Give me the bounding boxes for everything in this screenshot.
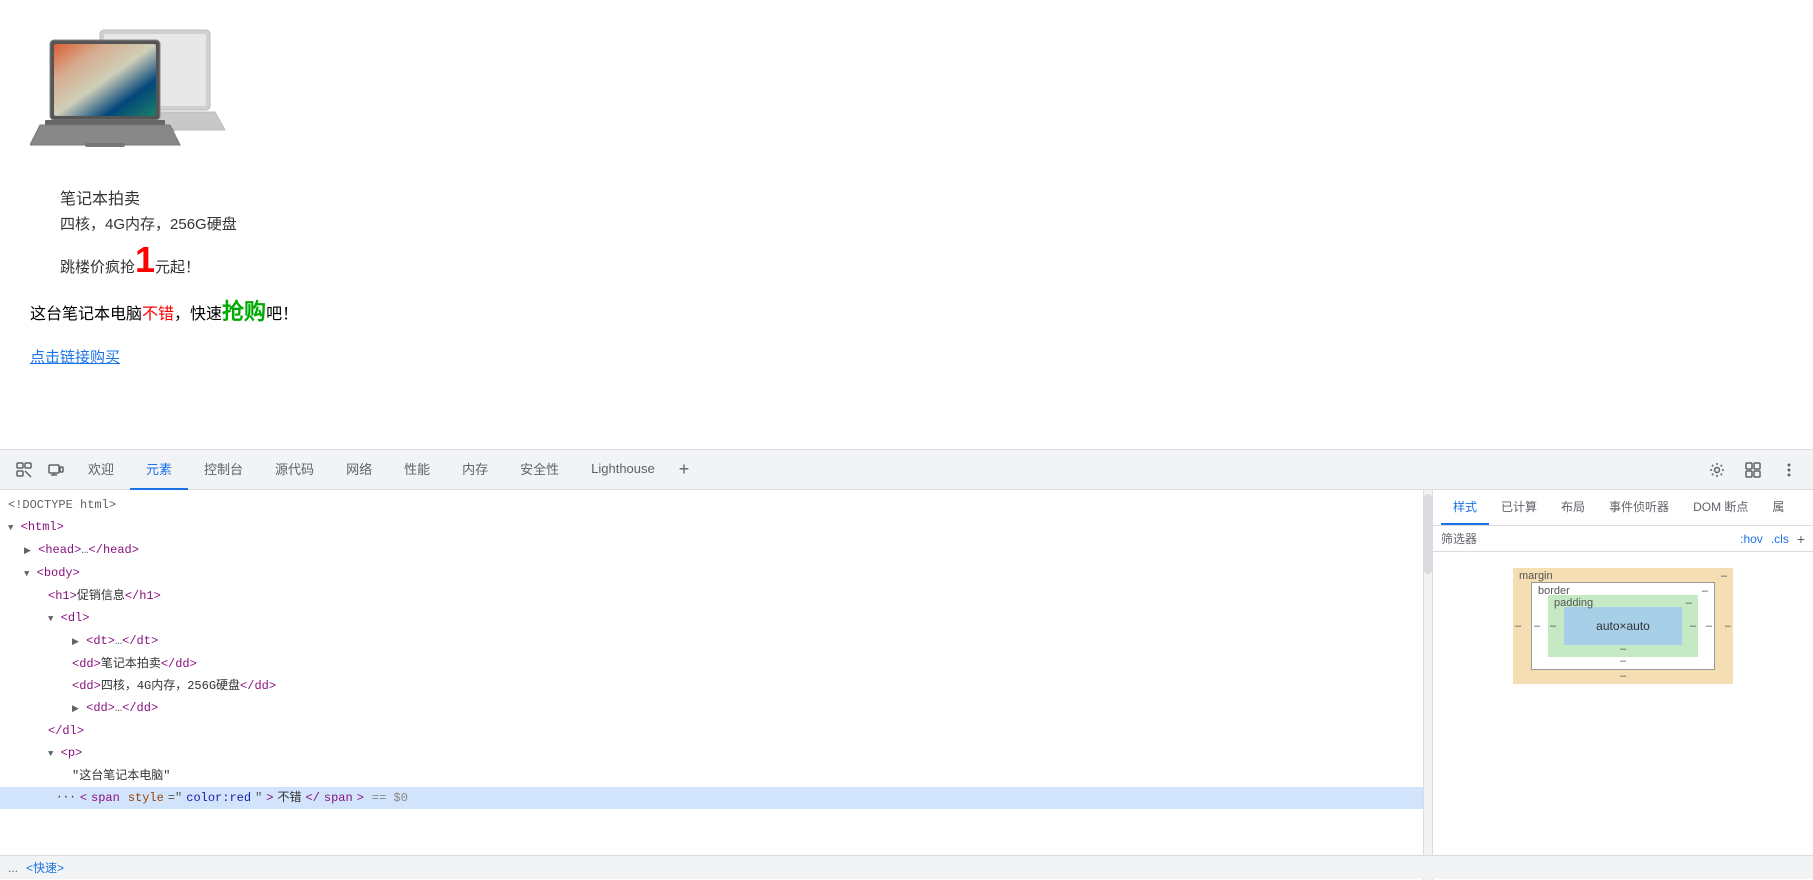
border-dash-right: –: [1706, 620, 1712, 632]
margin-dash-bottom: –: [1620, 670, 1626, 682]
promo-green-text: 抢购: [222, 299, 266, 324]
dom-h1[interactable]: <h1>促销信息</h1>: [0, 585, 1423, 607]
styles-filter-bar: 筛选器 :hov .cls +: [1433, 526, 1813, 552]
settings-button[interactable]: [1701, 454, 1733, 486]
dom-p[interactable]: <p>: [0, 742, 1423, 765]
dom-dd3[interactable]: <dd>…</dd>: [0, 697, 1423, 720]
price-text: 跳楼价疯抢: [60, 259, 135, 276]
product-title: 笔记本拍卖: [60, 185, 1783, 209]
filter-label: 筛选器: [1441, 530, 1477, 547]
filter-cls-button[interactable]: .cls: [1771, 532, 1789, 546]
box-model-container: margin – – – – border – – – – paddin: [1433, 552, 1813, 700]
dom-dd2[interactable]: <dd>四核，4G内存，256G硬盘</dd>: [0, 675, 1423, 697]
product-image: [30, 20, 250, 175]
tab-properties[interactable]: 属: [1760, 490, 1796, 525]
elements-panel[interactable]: <!DOCTYPE html> <html> <head>…</head>: [0, 490, 1424, 880]
margin-dash-right: –: [1725, 620, 1731, 632]
add-tab-button[interactable]: +: [671, 459, 698, 480]
more-tools-icon: [1745, 462, 1761, 478]
dom-dl[interactable]: <dl>: [0, 607, 1423, 630]
price-num: 1: [135, 239, 155, 280]
padding-dash-right: –: [1690, 620, 1696, 632]
padding-dash: –: [1686, 597, 1692, 609]
devtools-panel: 欢迎 元素 控制台 源代码 网络 性能 内存 安全性 Lighthouse +: [0, 449, 1813, 879]
devtools-right-icons: [1701, 454, 1805, 486]
tab-event-listeners[interactable]: 事件侦听器: [1597, 490, 1681, 525]
buy-link-container[interactable]: 点击链接购买: [30, 346, 1783, 367]
settings-icon: [1709, 462, 1725, 478]
tab-elements[interactable]: 元素: [130, 450, 188, 490]
padding-dash-left: –: [1550, 620, 1556, 632]
filter-hov-button[interactable]: :hov: [1740, 532, 1763, 546]
device-toggle-button[interactable]: [40, 454, 72, 486]
devtools-bottom-bar: ... <快速>: [0, 855, 1813, 879]
box-model-border: border – – – – padding – – – –: [1531, 582, 1715, 670]
promo-suffix: 吧！: [266, 306, 298, 323]
tab-lighthouse[interactable]: Lighthouse: [575, 450, 671, 490]
box-model-margin: margin – – – – border – – – – paddin: [1513, 568, 1733, 684]
inspect-element-button[interactable]: [8, 454, 40, 486]
filter-add-button[interactable]: +: [1797, 531, 1805, 547]
buy-link[interactable]: 点击链接购买: [30, 349, 120, 366]
tab-console[interactable]: 控制台: [188, 450, 259, 490]
price-unit: 元起！: [155, 259, 200, 276]
dom-head[interactable]: <head>…</head>: [0, 539, 1423, 562]
tab-styles[interactable]: 样式: [1441, 490, 1489, 525]
margin-label: margin: [1519, 570, 1553, 582]
more-options-button[interactable]: [1773, 454, 1805, 486]
scroll-thumb: [1424, 494, 1432, 574]
box-model-padding: padding – – – – auto×auto: [1548, 595, 1698, 657]
border-dash: –: [1702, 585, 1708, 597]
product-price: 跳楼价疯抢1元起！: [60, 242, 1783, 278]
more-options-icon: [1781, 462, 1797, 478]
tab-sources[interactable]: 源代码: [259, 450, 330, 490]
padding-label: padding: [1554, 597, 1593, 609]
dom-dt[interactable]: <dt>…</dt>: [0, 630, 1423, 653]
tab-network[interactable]: 网络: [330, 450, 388, 490]
padding-dash-bottom: –: [1620, 643, 1626, 655]
tab-memory[interactable]: 内存: [446, 450, 504, 490]
dom-span-selected[interactable]: ··· <span style="color:red" >不错</span> =…: [0, 787, 1423, 809]
dom-html[interactable]: <html>: [0, 516, 1423, 539]
tab-performance[interactable]: 性能: [388, 450, 446, 490]
device-icon: [48, 462, 64, 478]
styles-panel: 样式 已计算 布局 事件侦听器 DOM 断点 属 筛选器 :hov .cls +…: [1433, 490, 1813, 880]
dom-dd1[interactable]: <dd>笔记本拍卖</dd>: [0, 653, 1423, 675]
promo-comma: ，快速: [174, 306, 222, 323]
margin-dash-left: –: [1515, 620, 1521, 632]
tab-layout[interactable]: 布局: [1549, 490, 1597, 525]
more-tools-button[interactable]: [1737, 454, 1769, 486]
styles-tabs: 样式 已计算 布局 事件侦听器 DOM 断点 属: [1433, 490, 1813, 526]
inspect-icon: [16, 462, 32, 478]
promo-prefix: 这台笔记本电脑: [30, 306, 142, 323]
tab-computed[interactable]: 已计算: [1489, 490, 1549, 525]
border-dash-left: –: [1534, 620, 1540, 632]
devtools-tabs: 欢迎 元素 控制台 源代码 网络 性能 内存 安全性 Lighthouse +: [72, 450, 1701, 490]
devtools-content: <!DOCTYPE html> <html> <head>…</head>: [0, 490, 1813, 880]
content-value: auto×auto: [1596, 619, 1650, 633]
dom-text-node[interactable]: "这台笔记本电脑": [0, 765, 1423, 787]
devtools-toolbar: 欢迎 元素 控制台 源代码 网络 性能 内存 安全性 Lighthouse +: [0, 450, 1813, 490]
tab-welcome[interactable]: 欢迎: [72, 450, 130, 490]
laptop-svg: [30, 20, 250, 175]
dom-dl-close[interactable]: </dl>: [0, 720, 1423, 742]
dom-body[interactable]: <body>: [0, 562, 1423, 585]
promo-line: 这台笔记本电脑不错，快速抢购吧！: [30, 294, 1783, 326]
dom-doctype[interactable]: <!DOCTYPE html>: [0, 494, 1423, 516]
promo-red-text: 不错: [142, 306, 174, 323]
box-model-content: auto×auto: [1564, 607, 1682, 645]
margin-dash-top-right: –: [1721, 570, 1727, 582]
tab-security[interactable]: 安全性: [504, 450, 575, 490]
elements-scrollbar[interactable]: [1424, 490, 1432, 880]
bottom-status: ...: [8, 861, 18, 875]
bottom-element: <快速>: [26, 859, 64, 876]
product-info: 笔记本拍卖 四核，4G内存，256G硬盘 跳楼价疯抢1元起！: [60, 185, 1783, 278]
product-spec: 四核，4G内存，256G硬盘: [60, 213, 1783, 234]
tab-dom-breakpoints[interactable]: DOM 断点: [1681, 490, 1760, 525]
webpage-preview: 笔记本拍卖 四核，4G内存，256G硬盘 跳楼价疯抢1元起！ 这台笔记本电脑不错…: [0, 0, 1813, 450]
